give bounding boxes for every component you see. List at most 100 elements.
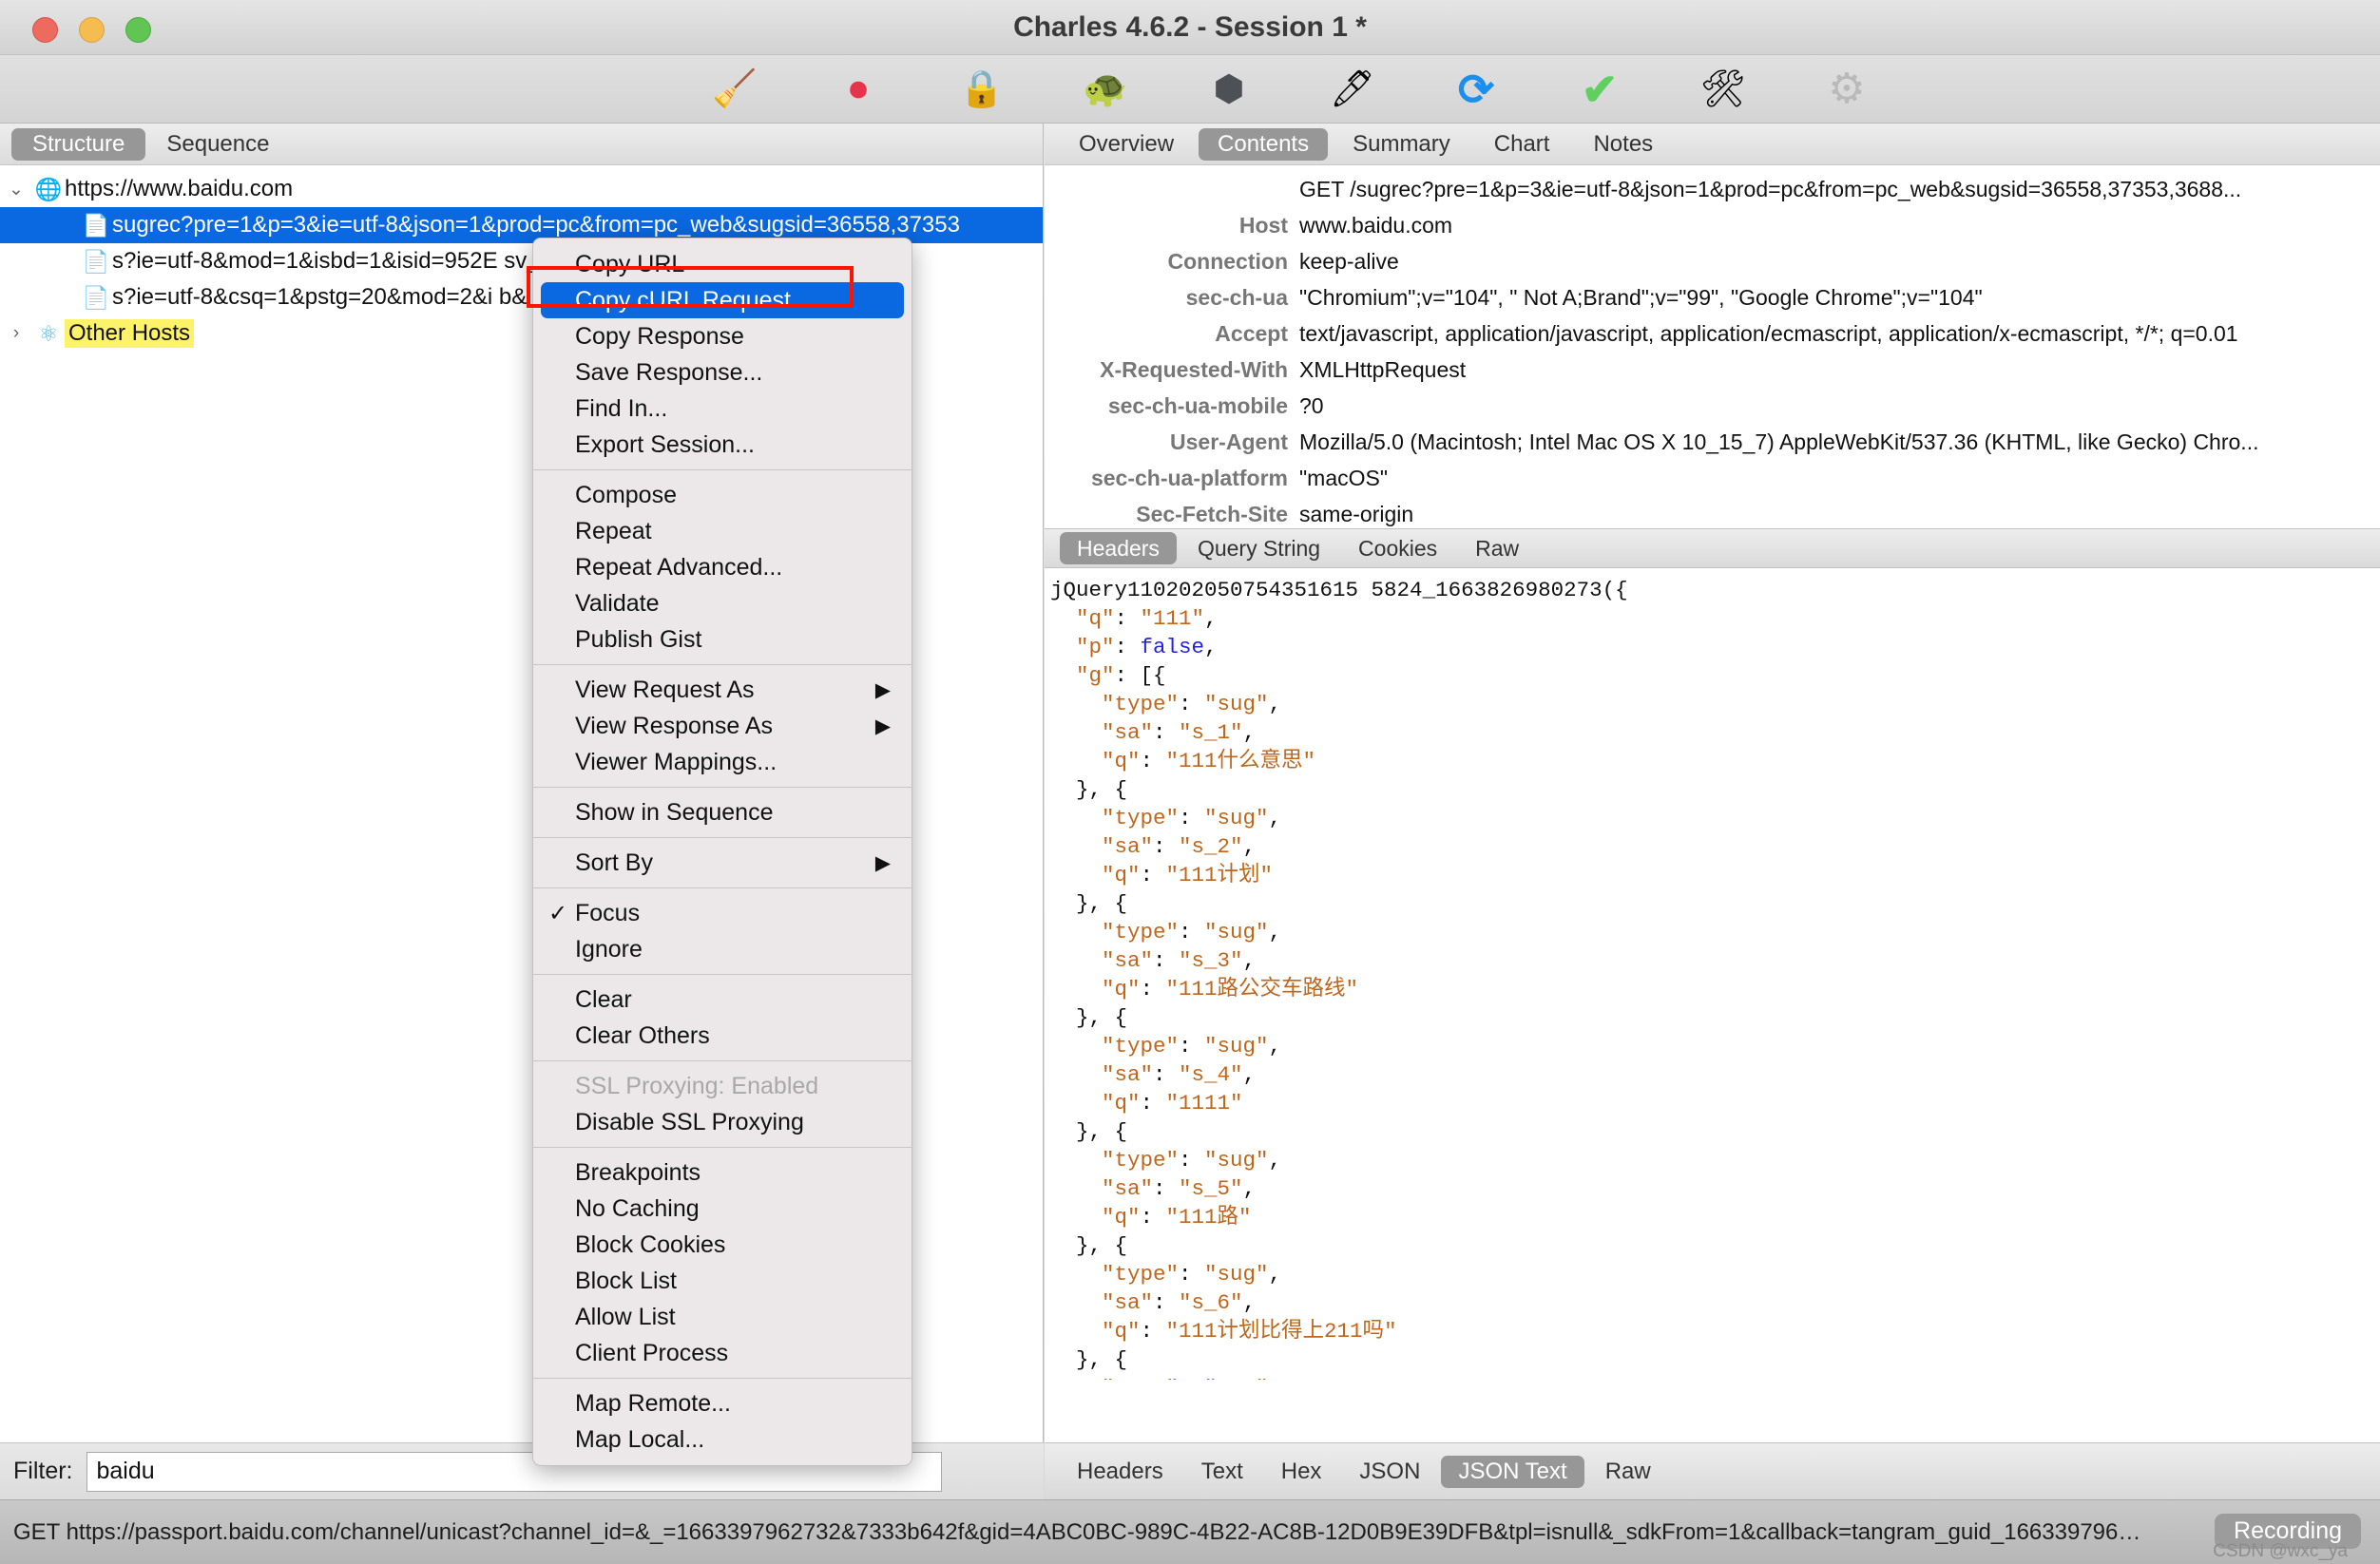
header-row[interactable]: Accept text/javascript, application/javas… xyxy=(1045,315,2380,352)
menu-item-copy-url[interactable]: Copy URL xyxy=(533,246,912,282)
menu-item-focus[interactable]: ✓ Focus xyxy=(533,895,912,931)
menu-item-map-local[interactable]: Map Local... xyxy=(533,1421,912,1458)
response-subtab-json[interactable]: JSON xyxy=(1342,1456,1437,1488)
menu-item-clear[interactable]: Clear xyxy=(533,982,912,1018)
menu-item-repeat[interactable]: Repeat xyxy=(533,513,912,549)
menu-item-label: View Response As xyxy=(575,712,773,739)
header-value: Mozilla/5.0 (Macintosh; Intel Mac OS X 1… xyxy=(1299,429,2259,454)
tab-structure[interactable]: Structure xyxy=(11,127,146,161)
json-line: "sa": "s_5", xyxy=(1102,1176,1257,1201)
menu-item-map-remote[interactable]: Map Remote... xyxy=(533,1385,912,1421)
tab-sequence[interactable]: Sequence xyxy=(145,128,290,161)
menu-item-label: Export Session... xyxy=(575,430,755,458)
response-body-viewer[interactable]: jQuery110202050754351615 5824_1663826980… xyxy=(1045,568,2380,1380)
menu-item-label: Publish Gist xyxy=(575,625,702,653)
menu-item-compose[interactable]: Compose xyxy=(533,477,912,513)
chevron-right-icon: ▶ xyxy=(874,715,891,737)
hexagon-icon[interactable]: ⬢ xyxy=(1198,62,1260,117)
turtle-icon[interactable]: 🐢 xyxy=(1074,62,1137,117)
menu-item-find-in[interactable]: Find In... xyxy=(533,391,912,427)
header-row[interactable]: sec-ch-ua-mobile ?0 xyxy=(1045,388,2380,424)
header-row[interactable]: sec-ch-ua "Chromium";v="104", " Not A;Bra… xyxy=(1045,279,2380,315)
tree-row[interactable]: ⌄ 🌐 https://www.baidu.com xyxy=(0,171,1043,207)
header-row[interactable]: sec-ch-ua-platform "macOS" xyxy=(1045,460,2380,496)
header-row[interactable]: User-Agent Mozilla/5.0 (Macintosh; Intel … xyxy=(1045,424,2380,460)
menu-item-view-response-as[interactable]: View Response As ▶ xyxy=(533,708,912,744)
menu-item-viewer-mappings[interactable]: Viewer Mappings... xyxy=(533,744,912,780)
menu-item-copy-curl-request[interactable]: Copy cURL Request xyxy=(541,282,904,318)
document-icon: 📄 xyxy=(82,212,110,238)
header-row[interactable]: GET /sugrec?pre=1&p=3&ie=utf-8&json=1&pr… xyxy=(1045,171,2380,207)
record-icon[interactable]: ⏺ xyxy=(827,62,890,117)
tab-contents[interactable]: Contents xyxy=(1199,127,1329,161)
tab-chart[interactable]: Chart xyxy=(1475,128,1569,161)
header-name: User-Agent xyxy=(1170,429,1288,454)
header-name: X-Requested-With xyxy=(1100,356,1288,382)
tab-notes[interactable]: Notes xyxy=(1574,128,1672,161)
json-line: "q": "111什么意思" xyxy=(1102,749,1316,773)
tools-icon[interactable]: 🛠 xyxy=(1692,62,1755,117)
lock-icon[interactable]: 🔒 xyxy=(950,62,1013,117)
menu-item-block-cookies[interactable]: Block Cookies xyxy=(533,1227,912,1263)
response-subtab-json-text[interactable]: JSON Text xyxy=(1441,1455,1584,1488)
request-subtab-raw[interactable]: Raw xyxy=(1458,532,1536,564)
menu-item-copy-response[interactable]: Copy Response xyxy=(533,318,912,354)
header-row[interactable]: Connection keep-alive xyxy=(1045,243,2380,279)
header-row[interactable]: Sec-Fetch-Site same-origin xyxy=(1045,496,2380,528)
menu-item-disable-ssl-proxying[interactable]: Disable SSL Proxying xyxy=(533,1104,912,1140)
tree-row-label: https://www.baidu.com xyxy=(65,176,294,201)
session-context-menu: Copy URL Copy cURL Request Copy Response Sa… xyxy=(532,238,912,1466)
header-value: "Chromium";v="104", " Not A;Brand";v="99… xyxy=(1299,284,1983,310)
menu-separator xyxy=(533,1378,912,1379)
toolbar-button-group: 🧹 ⏺ 🔒 🐢 ⬢ 🖊 ⟳ ✔ 🛠 ⚙ xyxy=(703,55,1878,124)
menu-item-allow-list[interactable]: Allow List xyxy=(533,1299,912,1335)
pen-icon[interactable]: 🖊 xyxy=(1321,62,1384,117)
menu-separator xyxy=(533,787,912,788)
json-line: "q": "111计划" xyxy=(1102,863,1274,887)
request-subtab-cookies[interactable]: Cookies xyxy=(1341,532,1454,564)
json-line: "sa": "s_6", xyxy=(1102,1290,1257,1315)
menu-item-block-list[interactable]: Block List xyxy=(533,1263,912,1299)
menu-item-sort-by[interactable]: Sort By ▶ xyxy=(533,845,912,881)
gear-icon[interactable]: ⚙ xyxy=(1815,62,1878,117)
chevron-down-icon[interactable]: ⌄ xyxy=(0,179,32,200)
menu-item-save-response[interactable]: Save Response... xyxy=(533,354,912,391)
header-row[interactable]: X-Requested-With XMLHttpRequest xyxy=(1045,352,2380,388)
menu-item-clear-others[interactable]: Clear Others xyxy=(533,1018,912,1054)
menu-item-repeat-advanced[interactable]: Repeat Advanced... xyxy=(533,549,912,585)
detail-panel: Overview Contents Summary Chart Notes GET /s… xyxy=(1045,124,2380,1442)
menu-item-export-session[interactable]: Export Session... xyxy=(533,427,912,463)
menu-item-client-process[interactable]: Client Process xyxy=(533,1335,912,1371)
header-name: Accept xyxy=(1215,320,1288,346)
broom-icon[interactable]: 🧹 xyxy=(703,62,766,117)
tab-overview[interactable]: Overview xyxy=(1060,128,1193,161)
menu-item-ignore[interactable]: Ignore xyxy=(533,931,912,967)
response-subtab-hex[interactable]: Hex xyxy=(1264,1456,1339,1488)
menu-item-validate[interactable]: Validate xyxy=(533,585,912,621)
header-name: Sec-Fetch-Site xyxy=(1136,501,1288,526)
menu-item-no-caching[interactable]: No Caching xyxy=(533,1191,912,1227)
json-line: "type": "sug", xyxy=(1102,692,1282,716)
tab-summary[interactable]: Summary xyxy=(1334,128,1469,161)
check-icon[interactable]: ✔ xyxy=(1568,62,1631,117)
response-subtab-text[interactable]: Text xyxy=(1184,1456,1260,1488)
menu-item-label: Map Local... xyxy=(575,1425,705,1453)
json-line: "sa": "s_1", xyxy=(1102,720,1257,745)
menu-item-show-in-sequence[interactable]: Show in Sequence xyxy=(533,794,912,830)
menu-item-publish-gist[interactable]: Publish Gist xyxy=(533,621,912,658)
window-title: Charles 4.6.2 - Session 1 * xyxy=(1013,11,1367,43)
request-subtab-headers[interactable]: Headers xyxy=(1060,532,1177,564)
request-subtab-query-string[interactable]: Query String xyxy=(1180,532,1337,564)
menu-item-breakpoints[interactable]: Breakpoints xyxy=(533,1154,912,1191)
response-subtab-headers[interactable]: Headers xyxy=(1060,1456,1180,1488)
menu-item-view-request-as[interactable]: View Request As ▶ xyxy=(533,672,912,708)
header-value: www.baidu.com xyxy=(1299,212,1453,238)
header-row[interactable]: Host www.baidu.com xyxy=(1045,207,2380,243)
check-icon: ✓ xyxy=(548,900,568,926)
response-subtab-raw[interactable]: Raw xyxy=(1588,1456,1668,1488)
menu-item-label: Client Process xyxy=(575,1339,729,1366)
json-line: "type": "sug" xyxy=(1050,1374,2380,1380)
refresh-icon[interactable]: ⟳ xyxy=(1445,62,1507,117)
chevron-right-icon[interactable]: › xyxy=(0,323,32,344)
header-value: "macOS" xyxy=(1299,465,1389,490)
